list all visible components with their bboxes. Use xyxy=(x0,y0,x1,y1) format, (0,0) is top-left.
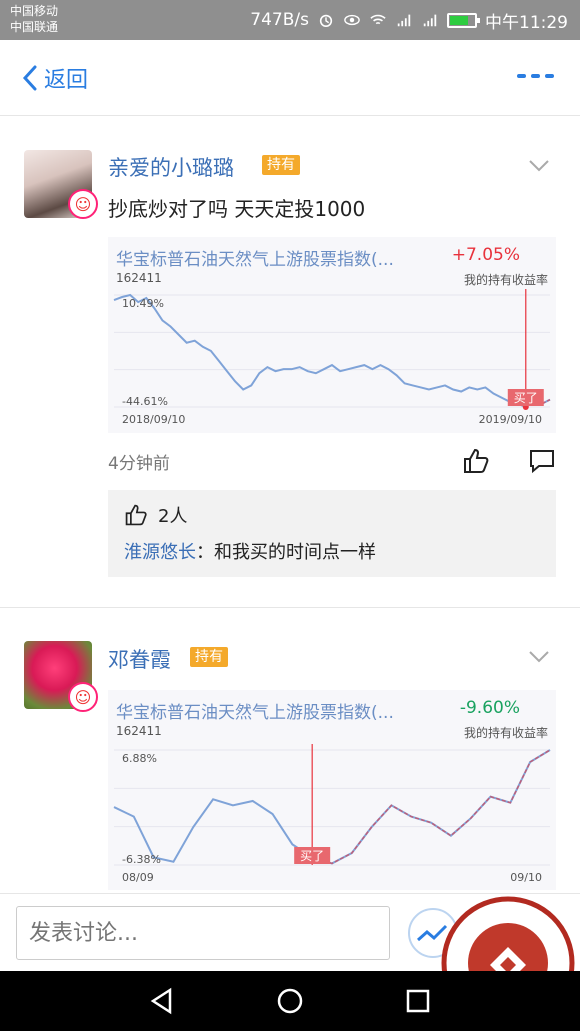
x-start-label: 2018/09/10 xyxy=(122,413,185,426)
comment-input[interactable] xyxy=(16,906,390,960)
buy-label-text: 买了 xyxy=(514,391,538,405)
smile-emoji-icon: ☺ xyxy=(68,189,98,219)
reply-box: 2人 淮源悠长：和我买的时间点一样 xyxy=(108,490,556,577)
fund-name: 华宝标普石油天然气上游股票指数(... xyxy=(116,250,394,270)
fund-card[interactable]: 买了 10.49% -44.61% 2018/09/10 2019/09/10 华宝标普… xyxy=(108,237,556,433)
status-icons: 747B/s 中午11:29 xyxy=(250,6,568,34)
y-min-label: -6.38% xyxy=(122,853,161,866)
return-label: 我的持有收益率 xyxy=(463,726,548,740)
system-nav-bar xyxy=(0,971,580,1031)
carrier-1: 中国移动 xyxy=(10,4,59,18)
fund-code: 162411 xyxy=(116,724,162,738)
clock: 中午11:29 xyxy=(485,12,568,33)
recents-square-icon[interactable] xyxy=(404,987,432,1015)
alarm-icon xyxy=(319,14,333,28)
post-time: 4分钟前 xyxy=(108,454,170,474)
smile-emoji-icon: ☺ xyxy=(68,682,98,712)
chevron-down-icon[interactable] xyxy=(528,650,550,664)
reply-item[interactable]: 淮源悠长：和我买的时间点一样 xyxy=(124,538,376,564)
back-triangle-icon[interactable] xyxy=(148,987,176,1015)
back-label: 返回 xyxy=(44,68,89,93)
x-end-label: 2019/09/10 xyxy=(479,413,542,426)
buy-label: 买了 xyxy=(507,389,544,406)
signal-icon-2 xyxy=(423,14,437,27)
carrier-info: 中国移动 中国联通 xyxy=(10,3,58,35)
like-icon xyxy=(125,504,147,526)
more-icon[interactable] xyxy=(517,74,554,78)
signal-icon-1 xyxy=(397,14,411,27)
battery-icon xyxy=(447,12,480,28)
return-label: 我的持有收益率 xyxy=(463,273,548,287)
holding-return: -9.60% xyxy=(459,698,520,718)
username[interactable]: 邓眷霞 xyxy=(108,644,171,674)
carrier-2: 中国联通 xyxy=(10,20,59,34)
likes-row: 2人 xyxy=(124,502,187,528)
fund-name: 华宝标普石油天然气上游股票指数(... xyxy=(116,703,394,723)
post-content: 抄底炒对了吗 天天定投1000 xyxy=(108,197,366,221)
holding-return: +7.05% xyxy=(451,245,520,265)
x-end-label: 09/10 xyxy=(510,871,542,884)
reply-username[interactable]: 淮源悠长 xyxy=(124,542,196,563)
post-1: ☺ 亲爱的小璐璐 持有 抄底炒对了吗 天天定投1000 买了 10.49% -44.… xyxy=(0,117,580,607)
post-2: ☺ 邓眷霞 持有 买了 6.88% -6.38% 08/09 09/10 华宝标普石油天… xyxy=(0,608,580,893)
y-max-label: 10.49% xyxy=(122,297,164,310)
wifi-icon xyxy=(370,14,386,25)
fund-code: 162411 xyxy=(116,271,162,285)
comment-icon[interactable] xyxy=(528,447,556,475)
fund-card[interactable]: 买了 6.88% -6.38% 08/09 09/10 华宝标普石油天然气上游股票指数(… xyxy=(108,690,556,890)
chevron-left-icon xyxy=(22,65,37,91)
holding-badge: 持有 xyxy=(262,155,300,175)
buy-label: 买了 xyxy=(294,847,331,864)
likes-count: 2人 xyxy=(158,506,188,527)
nav-bar: 返回 xyxy=(0,40,580,116)
network-speed: 747B/s xyxy=(250,10,309,30)
series-line xyxy=(113,293,551,409)
x-start-label: 08/09 xyxy=(122,871,154,884)
y-max-label: 6.88% xyxy=(122,752,157,765)
eye-icon xyxy=(344,14,360,26)
y-min-label: -44.61% xyxy=(122,395,168,408)
username[interactable]: 亲爱的小璐璐 xyxy=(108,152,234,182)
status-bar: 中国移动 中国联通 747B/s 中午11:29 xyxy=(0,0,580,40)
like-icon[interactable] xyxy=(462,447,490,475)
back-button[interactable]: 返回 xyxy=(22,62,88,94)
series-line xyxy=(113,749,551,865)
home-circle-icon[interactable] xyxy=(276,987,304,1015)
reply-text: 和我买的时间点一样 xyxy=(214,542,376,563)
held-segment xyxy=(311,749,551,865)
holding-badge: 持有 xyxy=(190,647,228,667)
reply-separator: ： xyxy=(196,542,214,563)
buy-label-text: 买了 xyxy=(300,849,324,863)
chevron-down-icon[interactable] xyxy=(528,159,550,173)
